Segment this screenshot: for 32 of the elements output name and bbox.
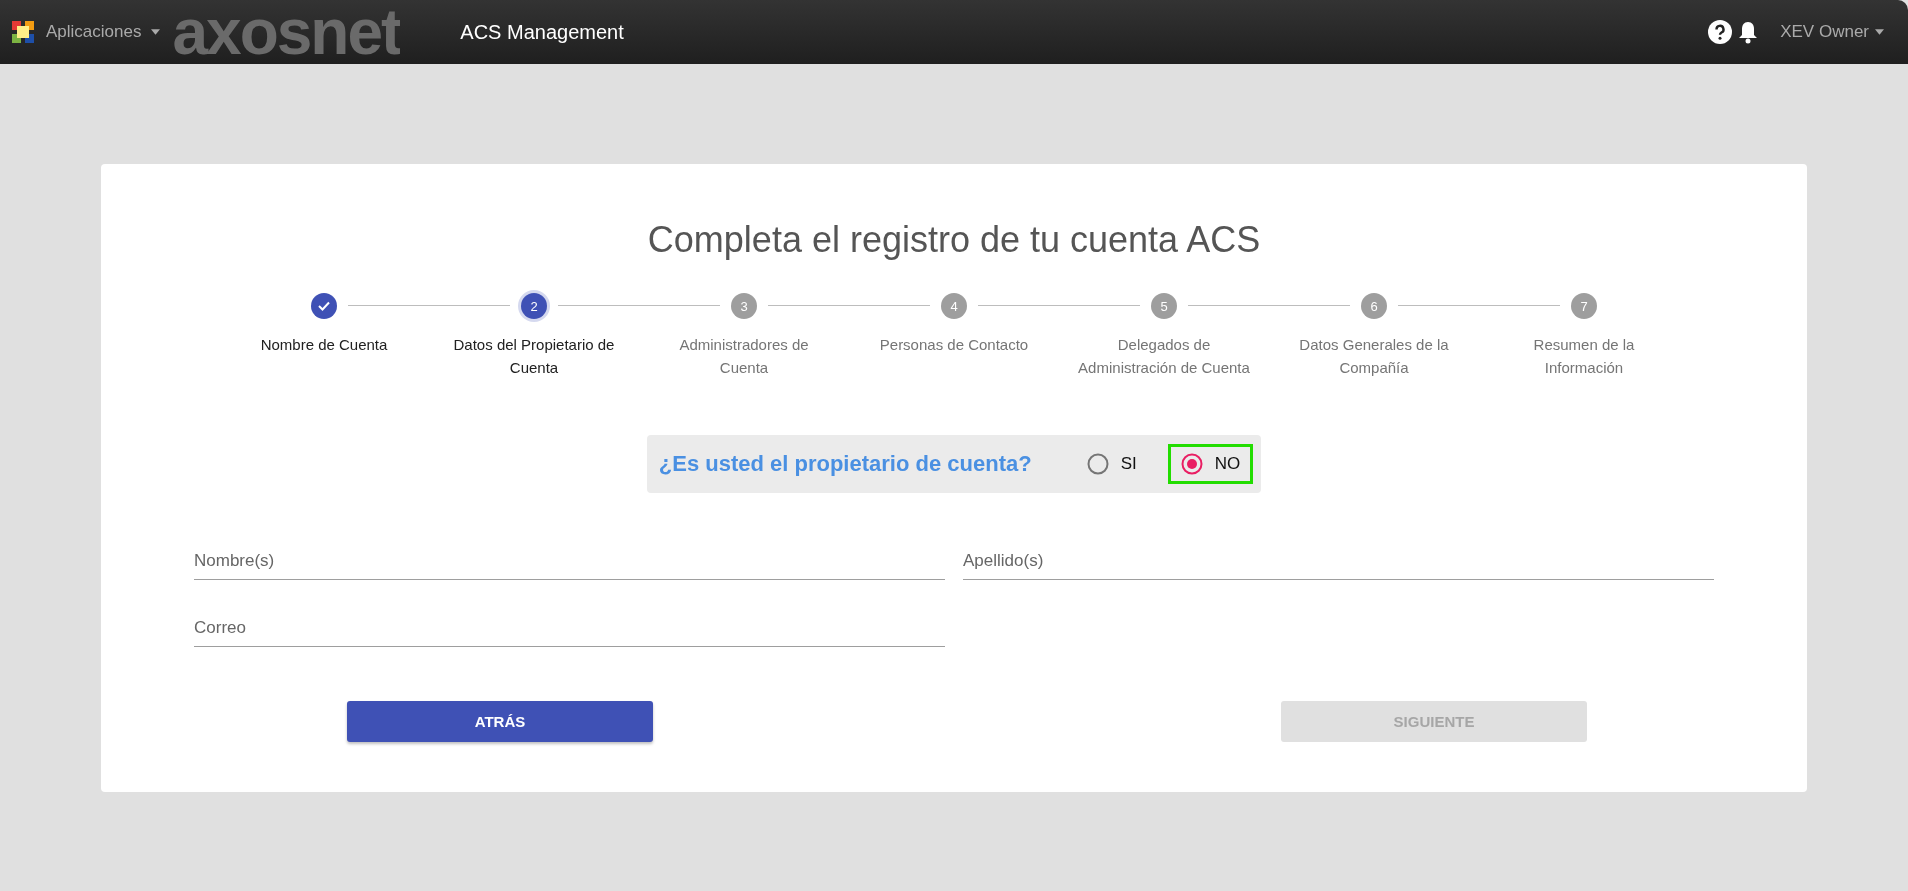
- bell-icon[interactable]: [1738, 20, 1759, 44]
- step-label: Datos Generales de la Compañía: [1298, 335, 1450, 378]
- user-menu[interactable]: XEV Owner: [1780, 22, 1884, 42]
- caret-icon: [1875, 29, 1884, 35]
- radio-icon: [1086, 453, 1109, 475]
- page-heading: Completa el registro de tu cuenta ACS: [647, 219, 1261, 261]
- step-label: Administradores de Cuenta: [678, 335, 810, 378]
- step-indicator: 2: [521, 293, 547, 319]
- question-label: ¿Es usted el propietario de cuenta?: [658, 451, 1032, 477]
- radio-option[interactable]: NO: [1167, 444, 1254, 484]
- step-indicator: 3: [731, 293, 757, 319]
- step-indicator: 4: [941, 293, 967, 319]
- step-indicator: 6: [1361, 293, 1387, 319]
- text-field[interactable]: Nombre(s): [194, 543, 945, 580]
- logo-icon: [10, 19, 36, 45]
- caret-icon: [151, 29, 161, 35]
- nav-button[interactable]: ATRÁS: [347, 701, 653, 742]
- step-label: Delegados de Administración de Cuenta: [1077, 335, 1251, 378]
- help-icon[interactable]: [1708, 20, 1733, 44]
- step-label: Personas de Contacto: [879, 335, 1029, 355]
- text-field[interactable]: Correo: [194, 610, 945, 647]
- step-indicator: 7: [1571, 293, 1597, 319]
- step-indicator: 5: [1151, 293, 1177, 319]
- apps-menu[interactable]: Aplicaciones: [10, 19, 161, 45]
- step-label: Nombre de Cuenta: [260, 335, 388, 355]
- radio-icon: [1180, 453, 1203, 475]
- app-title: ACS Management: [460, 20, 624, 44]
- brand-logo: axosnet: [172, 0, 401, 64]
- radio-option[interactable]: SI: [1073, 444, 1150, 484]
- step-label: Datos del Propietario de Cuenta: [452, 335, 616, 378]
- step-label: Resumen de la Información: [1532, 335, 1636, 378]
- text-field[interactable]: Apellido(s): [963, 543, 1714, 580]
